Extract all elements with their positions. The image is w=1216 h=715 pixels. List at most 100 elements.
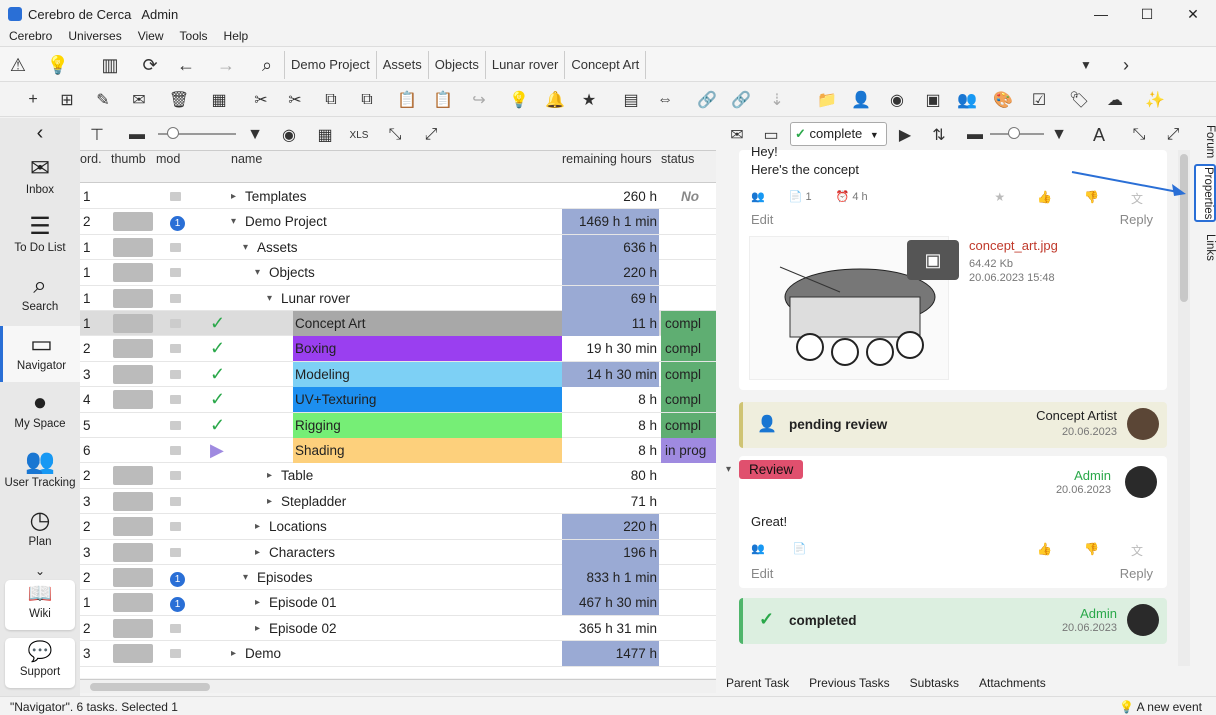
chevron-right-icon[interactable]: › — [1112, 47, 1140, 83]
expand-arrow-icon[interactable]: ▸ — [231, 184, 245, 209]
bell-icon[interactable]: 🔔 — [544, 89, 566, 111]
breadcrumb-item[interactable]: Objects — [427, 51, 485, 79]
cube-icon[interactable]: ▦ — [208, 89, 230, 111]
group-icon[interactable]: 👥 — [956, 89, 978, 111]
horizontal-scrollbar[interactable] — [80, 679, 716, 693]
name-cell[interactable]: Assets — [257, 235, 562, 260]
expand-all-icon[interactable]: ⤢ — [1162, 124, 1184, 146]
table-row[interactable]: 1 Concept Art 11 h compl ✓ — [80, 311, 716, 337]
cloud-icon[interactable]: ☁ — [1104, 89, 1126, 111]
support-button[interactable]: 💬 Support — [5, 638, 75, 688]
col-hours[interactable]: remaining hours — [562, 152, 652, 166]
tag-icon[interactable]: 🏷 — [1068, 89, 1090, 111]
name-cell[interactable]: Episodes — [257, 565, 562, 590]
share-icon[interactable]: ↪ — [468, 89, 490, 111]
unlink-icon[interactable]: 🔗 — [730, 89, 752, 111]
sidebar-item-usertracking[interactable]: 👥 User Tracking — [0, 447, 80, 489]
name-cell[interactable]: Concept Art — [293, 311, 562, 336]
table-row[interactable]: 1 ▸Templates 260 h No sta — [80, 184, 716, 210]
table-row[interactable]: 2 ▸ Table 80 h — [80, 463, 716, 489]
scrollbar-thumb[interactable] — [90, 683, 210, 691]
thumbs-up-icon[interactable]: 👍 — [1037, 542, 1052, 559]
monitor-icon[interactable]: ▭ — [760, 124, 782, 146]
paste-special-icon[interactable]: 📋 — [432, 89, 454, 111]
expand-arrow-icon[interactable]: ▸ — [255, 540, 269, 565]
folder-icon[interactable]: 📁 — [816, 89, 838, 111]
close-icon[interactable]: ✕ — [1170, 0, 1216, 28]
name-cell[interactable]: Rigging — [293, 412, 562, 438]
palette-icon[interactable]: 🎨 — [992, 89, 1014, 111]
table-row[interactable]: 4 UV+Texturing 8 h compl ✓ — [80, 387, 716, 413]
name-cell[interactable]: Episode 01 — [269, 590, 562, 615]
name-cell[interactable]: Boxing — [293, 336, 562, 362]
edit-link[interactable]: Edit — [751, 566, 773, 581]
expand-arrow-icon[interactable] — [279, 336, 293, 361]
name-cell[interactable]: Templates — [245, 184, 562, 209]
paste-icon[interactable]: 📋 — [396, 89, 418, 111]
add-icon[interactable]: + — [22, 89, 44, 111]
expand-arrow-icon[interactable]: ▸ — [231, 641, 245, 666]
refresh-icon[interactable]: ⟳ — [136, 47, 164, 83]
wiki-button[interactable]: 📖 Wiki — [5, 580, 75, 630]
expand-arrow-icon[interactable]: ▸ — [255, 590, 269, 615]
forward-icon[interactable]: → — [212, 47, 240, 83]
table-row[interactable]: 2 ▸ Episode 02 365 h 31 min — [80, 616, 716, 642]
copy-icon[interactable]: ⧉ — [320, 89, 342, 111]
eye-icon[interactable]: ◉ — [278, 124, 300, 146]
sidebar-item-inbox[interactable]: ✉ Inbox — [0, 154, 80, 196]
tab-properties[interactable]: Properties — [1194, 164, 1216, 222]
tab-attachments[interactable]: Attachments — [979, 676, 1046, 690]
name-cell[interactable]: Table — [281, 463, 562, 488]
breadcrumb-item[interactable]: Demo Project — [284, 51, 376, 79]
name-cell[interactable]: Locations — [269, 514, 562, 539]
edit-icon[interactable]: ✎ — [92, 89, 114, 111]
expand-arrow-icon[interactable] — [279, 438, 293, 463]
star-icon[interactable]: ★ — [578, 89, 600, 111]
table-row[interactable]: 3 ▸ Characters 196 h — [80, 539, 716, 565]
view-icon[interactable]: ▬ — [964, 124, 986, 146]
table-row[interactable]: 1 ▾ Objects 220 h — [80, 260, 716, 286]
collapse-all-icon[interactable]: ⤡ — [1128, 124, 1150, 146]
translate-icon[interactable]: 文 — [1131, 542, 1143, 559]
collapse-all-icon[interactable]: ⤡ — [384, 124, 406, 146]
slider-handle[interactable] — [1008, 127, 1020, 139]
expand-arrow-icon[interactable]: ▾ — [243, 565, 257, 590]
table-row[interactable]: 1 ▾ Lunar rover 69 h — [80, 285, 716, 311]
expand-arrow-icon[interactable] — [279, 311, 293, 336]
tab-previous-tasks[interactable]: Previous Tasks — [809, 676, 889, 690]
expand-arrow-icon[interactable]: ▾ — [243, 235, 257, 260]
table-row[interactable]: 1 ▾ Assets 636 h — [80, 234, 716, 261]
sidebar-item-todo[interactable]: ☰ To Do List — [0, 212, 80, 254]
copy-link-icon[interactable]: ⧉ — [356, 89, 378, 111]
table-row[interactable]: 3 Modeling 14 h 30 min compl ✓ — [80, 361, 716, 388]
name-cell[interactable]: Stepladder — [281, 489, 562, 514]
table-row[interactable]: 2 ▸ Locations 220 h — [80, 514, 716, 540]
expand-arrow-icon[interactable] — [279, 413, 293, 438]
back-icon[interactable]: ← — [172, 47, 200, 83]
table-icon[interactable]: ▦ — [314, 124, 336, 146]
col-name[interactable]: name — [231, 152, 262, 166]
star-icon[interactable]: ★ — [994, 190, 1005, 207]
col-ord[interactable]: ord. — [80, 152, 102, 166]
slider-handle[interactable] — [167, 127, 179, 139]
pin-icon[interactable]: ⇣ — [766, 89, 788, 111]
message-icon[interactable]: ✉ — [128, 89, 150, 111]
breadcrumb-item[interactable]: Assets — [375, 51, 428, 79]
expand-arrow-icon[interactable]: ▸ — [255, 514, 269, 539]
expand-arrow-icon[interactable]: ▾ — [255, 260, 269, 285]
expand-arrow-icon[interactable]: ▸ — [255, 616, 269, 641]
expand-arrow-icon[interactable]: ▸ — [267, 463, 281, 488]
table-row[interactable]: 2 Boxing 19 h 30 min compl ✓ — [80, 336, 716, 362]
expand-more-icon[interactable]: ⌄ — [0, 564, 80, 578]
menu-view[interactable]: View — [129, 28, 171, 46]
add-sub-icon[interactable]: ⊞ — [56, 89, 78, 111]
new-event-notice[interactable]: 💡 A new event — [1119, 700, 1202, 714]
play-icon[interactable]: ▶ — [894, 124, 916, 146]
tab-links[interactable]: Links — [1194, 230, 1216, 264]
breadcrumb-item[interactable]: Lunar rover — [484, 51, 564, 79]
menu-cerebro[interactable]: Cerebro — [0, 28, 59, 46]
expand-arrow-icon[interactable]: ▾ — [267, 286, 281, 311]
dropdown-icon[interactable]: ▼ — [1072, 47, 1100, 83]
sidebar-item-navigator[interactable]: ▭ Navigator — [0, 326, 80, 382]
lightbulb-icon[interactable]: 💡 — [44, 47, 72, 83]
